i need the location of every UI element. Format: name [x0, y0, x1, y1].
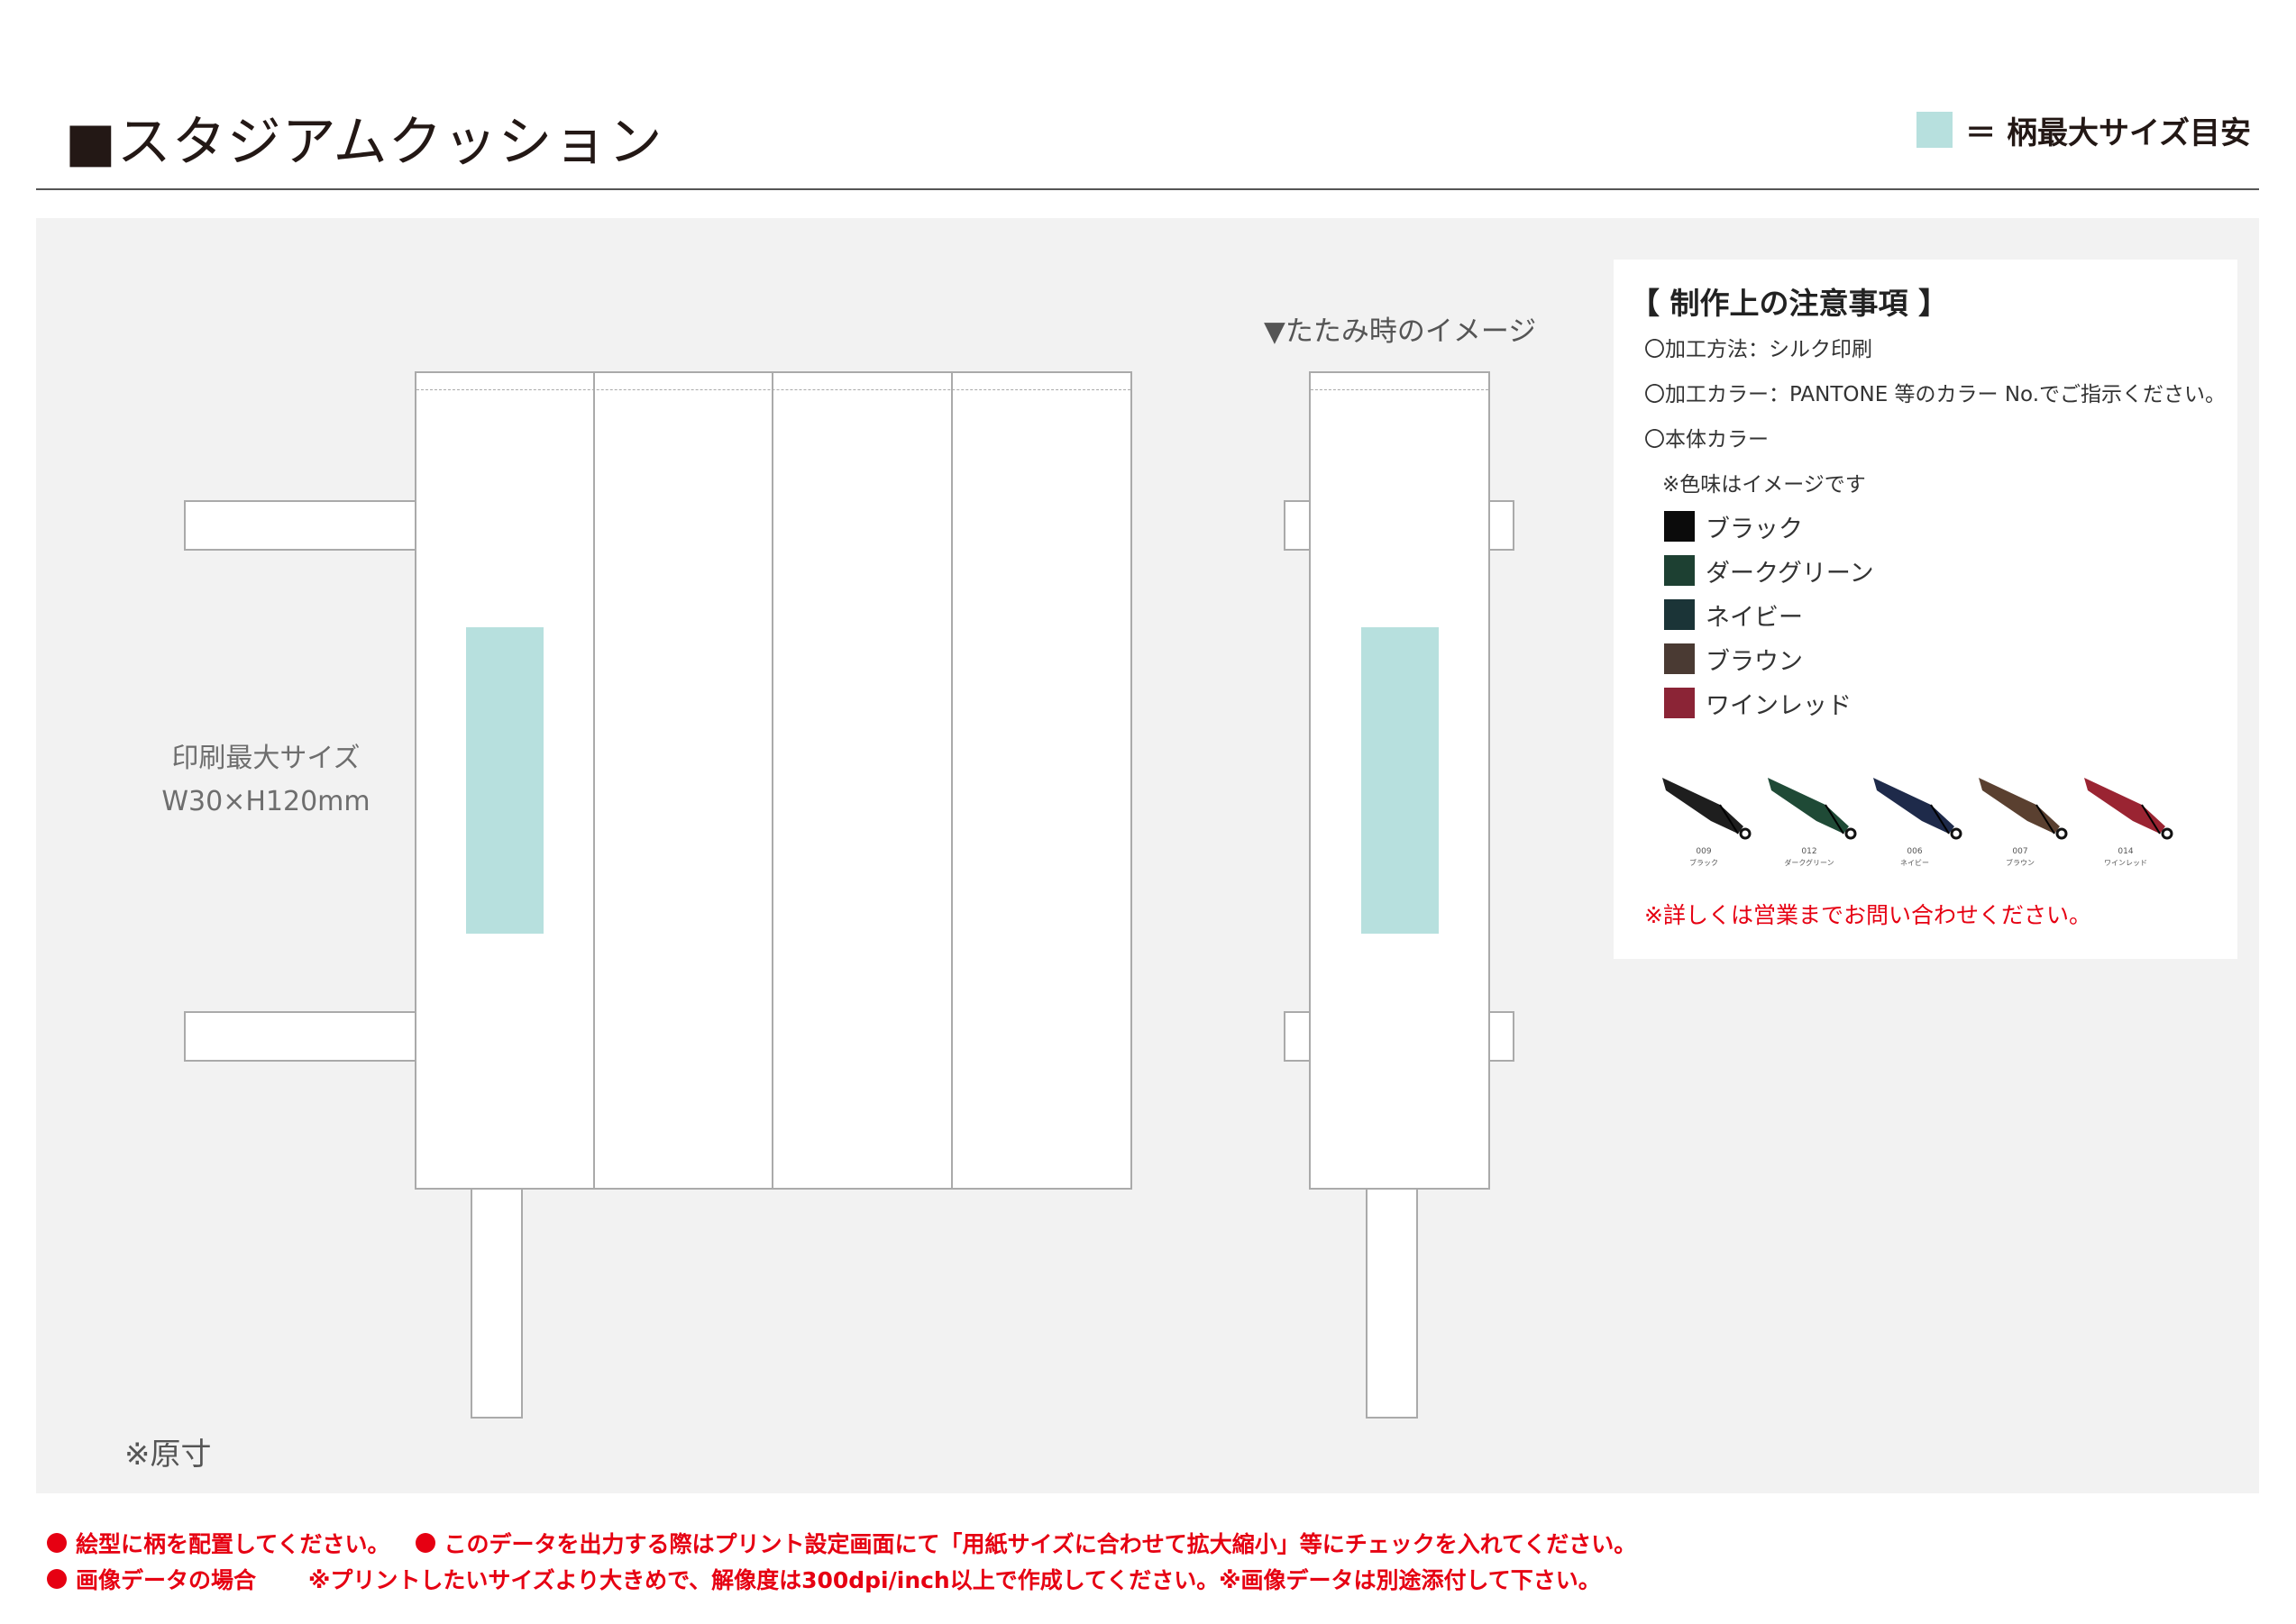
legend-swatch: [1916, 112, 1953, 148]
note-print-color: 〇加工カラー：PANTONE 等のカラー No.でご指示ください。: [1644, 383, 2227, 406]
max-size-title: 印刷最大サイズ: [171, 743, 361, 774]
folded-tab-right-bottom: [1487, 1011, 1514, 1062]
footer-line-2: 画像データの場合 ※プリントしたいサイズより大きめで、解像度は300dpi/in…: [47, 1563, 1601, 1595]
page-title: ■スタジアムクッション: [65, 106, 663, 178]
color-swatch: [1664, 599, 1695, 630]
product-code: 006: [1907, 847, 1923, 856]
footer-line-1: 絵型に柄を配置してください。 このデータを出力する際はプリント設定画面にて「用紙…: [47, 1527, 1636, 1559]
product-image-dark-green: [1768, 778, 1857, 840]
product-code: 012: [1801, 847, 1817, 856]
product-color-name: ダークグリーン: [1784, 859, 1834, 867]
print-area-folded: [1361, 627, 1439, 934]
product-color-name: ブラック: [1689, 859, 1718, 867]
color-label: ネイビー: [1706, 603, 1803, 632]
notes-title: 【 制作上の注意事項 】: [1630, 286, 1948, 321]
product-image-brown: [1979, 778, 2068, 840]
product-color-name: ワインレッド: [2104, 859, 2147, 867]
fold-line: [416, 389, 1130, 390]
panel-seam-2: [772, 373, 773, 1188]
max-print-size-label: 印刷最大サイズ W30×H120mm: [117, 737, 415, 824]
color-swatch: [1664, 688, 1695, 718]
folded-tab-left-top: [1284, 500, 1311, 551]
legend-label: ＝ 柄最大サイズ目安: [1965, 114, 2251, 151]
max-size-dimensions: W30×H120mm: [161, 786, 370, 817]
note-process: 〇加工方法：シルク印刷: [1644, 338, 1872, 361]
color-label: ダークグリーン: [1706, 559, 1874, 588]
print-area-unfolded: [466, 627, 544, 934]
color-swatch: [1664, 511, 1695, 542]
color-swatch: [1664, 555, 1695, 586]
bullet-icon: [415, 1533, 435, 1553]
footer-image-data-label: 画像データの場合: [76, 1567, 257, 1593]
color-disclaimer: ※色味はイメージです: [1662, 473, 1866, 497]
header-divider: [36, 188, 2259, 190]
product-image-navy: [1873, 778, 1962, 840]
folded-tab-left-bottom: [1284, 1011, 1311, 1062]
folded-bottom-strap: [1366, 1188, 1418, 1419]
color-option-brown: ブラウン: [1664, 643, 1803, 676]
footer-instruction-1: 絵型に柄を配置してください。: [76, 1531, 390, 1557]
product-color-name: ネイビー: [1900, 859, 1929, 867]
footer-instruction-2: このデータを出力する際はプリント設定画面にて「用紙サイズに合わせて拡大縮小」等に…: [444, 1531, 1637, 1557]
bullet-icon: [47, 1533, 67, 1553]
production-notes: 【 制作上の注意事項 】 〇加工方法：シルク印刷 〇加工カラー：PANTONE …: [1614, 260, 2237, 959]
product-color-name: ブラウン: [2006, 859, 2035, 867]
folded-fold-line: [1311, 389, 1488, 390]
page-title-text: ■スタジアムクッション: [65, 111, 663, 174]
folded-tab-right-top: [1487, 500, 1514, 551]
actual-size-note: ※原寸: [124, 1437, 212, 1473]
panel-seam-1: [593, 373, 595, 1188]
color-label: ブラウン: [1706, 647, 1803, 676]
color-option-dark-green: ダークグリーン: [1664, 554, 1874, 588]
panel-seam-3: [951, 373, 953, 1188]
footer-image-data-instructions: ※プリントしたいサイズより大きめで、解像度は300dpi/inch以上で作成して…: [308, 1567, 1601, 1593]
folded-caption: ▼たたみ時のイメージ: [1264, 315, 1537, 348]
color-swatch: [1664, 643, 1695, 674]
product-image-black: [1662, 778, 1752, 840]
bottom-strap: [471, 1188, 523, 1419]
left-tab-bottom: [184, 1011, 416, 1062]
color-option-navy: ネイビー: [1664, 598, 1803, 632]
color-option-black: ブラック: [1664, 510, 1803, 543]
product-code: 014: [2118, 847, 2134, 856]
contact-sales-note: ※詳しくは営業までお問い合わせください。: [1644, 902, 2091, 928]
bullet-icon: [47, 1569, 67, 1589]
product-code: 009: [1696, 847, 1712, 856]
size-legend: ＝ 柄最大サイズ目安: [1916, 112, 2251, 151]
color-label: ワインレッド: [1706, 691, 1852, 720]
color-option-wine-red: ワインレッド: [1664, 687, 1852, 720]
note-body-color: 〇本体カラー: [1644, 428, 1769, 452]
left-tab-top: [184, 500, 416, 551]
color-label: ブラック: [1706, 515, 1803, 543]
product-code: 007: [2012, 847, 2028, 856]
product-image-wine-red: [2084, 778, 2173, 840]
